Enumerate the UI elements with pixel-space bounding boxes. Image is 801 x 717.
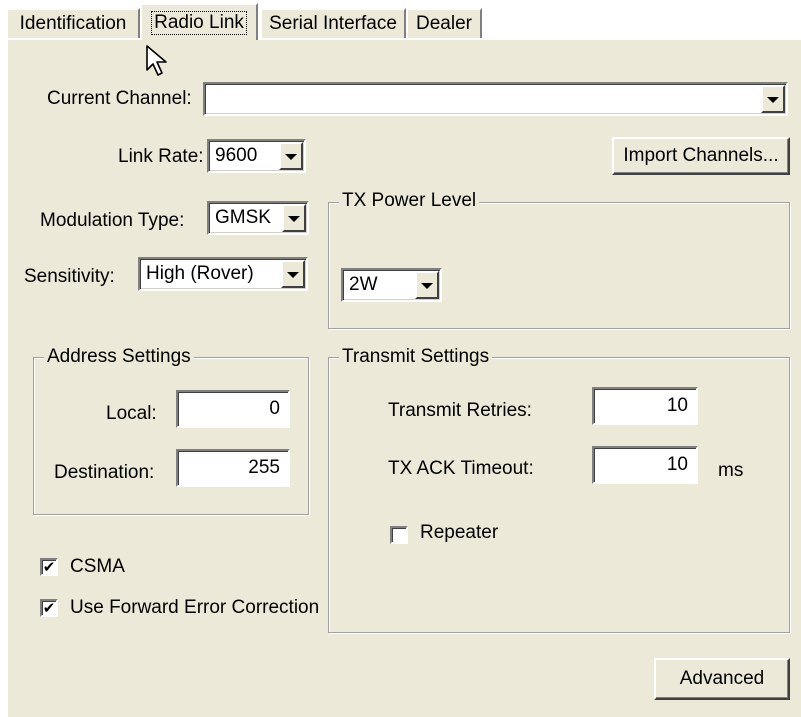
link-rate-label: Link Rate: xyxy=(118,146,204,167)
advanced-button[interactable]: Advanced xyxy=(654,658,790,700)
local-label: Local: xyxy=(106,403,157,424)
tx-power-value: 2W xyxy=(349,274,378,295)
tab-identification[interactable]: Identification xyxy=(6,8,140,38)
transmit-retries-label: Transmit Retries: xyxy=(388,400,532,421)
transmit-settings-group xyxy=(328,357,790,633)
link-rate-select[interactable]: 9600 xyxy=(207,139,306,173)
local-address-input[interactable]: 0 xyxy=(176,390,290,428)
tab-label: Dealer xyxy=(416,13,472,34)
link-rate-value: 9600 xyxy=(215,145,258,166)
sensitivity-select[interactable]: High (Rover) xyxy=(138,257,308,291)
repeater-checkbox[interactable] xyxy=(390,526,408,544)
address-settings-group xyxy=(33,357,309,515)
transmit-retries-input[interactable]: 10 xyxy=(592,387,698,425)
current-channel-label: Current Channel: xyxy=(47,88,192,109)
modulation-type-label: Modulation Type: xyxy=(40,210,185,231)
destination-label: Destination: xyxy=(54,462,155,483)
tx-power-level-title: TX Power Level xyxy=(339,190,480,212)
modulation-type-value: GMSK xyxy=(215,207,271,228)
csma-checkbox[interactable]: ✔ xyxy=(40,558,58,576)
dropdown-arrow-icon[interactable] xyxy=(761,85,785,113)
tx-ack-unit-label: ms xyxy=(718,460,744,481)
advanced-label: Advanced xyxy=(679,668,765,689)
transmit-settings-title: Transmit Settings xyxy=(339,346,493,368)
dropdown-arrow-icon[interactable] xyxy=(279,142,303,170)
dropdown-arrow-icon[interactable] xyxy=(281,260,305,288)
tx-ack-timeout-input[interactable]: 10 xyxy=(592,446,698,484)
tab-label: Serial Interface xyxy=(269,13,397,34)
tab-dealer[interactable]: Dealer xyxy=(406,8,482,38)
tab-label: Identification xyxy=(19,13,127,34)
tab-serial-interface[interactable]: Serial Interface xyxy=(260,8,406,38)
destination-address-input[interactable]: 255 xyxy=(176,449,290,487)
import-channels-button[interactable]: Import Channels... xyxy=(612,137,790,175)
dropdown-arrow-icon[interactable] xyxy=(415,271,439,299)
address-settings-title: Address Settings xyxy=(44,346,194,368)
sensitivity-label: Sensitivity: xyxy=(24,266,115,287)
sensitivity-value: High (Rover) xyxy=(146,263,254,284)
csma-label: CSMA xyxy=(70,556,125,577)
tab-label: Radio Link xyxy=(151,10,247,35)
tx-power-select[interactable]: 2W xyxy=(341,268,442,302)
mouse-cursor-icon xyxy=(146,45,167,76)
current-channel-select[interactable] xyxy=(203,82,788,116)
modulation-type-select[interactable]: GMSK xyxy=(207,201,309,235)
repeater-label: Repeater xyxy=(420,522,499,543)
fec-label: Use Forward Error Correction xyxy=(70,597,320,618)
tx-power-level-group xyxy=(328,202,790,329)
fec-checkbox[interactable]: ✔ xyxy=(40,599,58,617)
dropdown-arrow-icon[interactable] xyxy=(282,204,306,232)
tab-radio-link[interactable]: Radio Link xyxy=(140,3,258,40)
tx-ack-timeout-label: TX ACK Timeout: xyxy=(388,458,534,479)
tab-strip: Identification Radio Link Serial Interfa… xyxy=(0,0,801,40)
import-channels-label: Import Channels... xyxy=(623,145,779,166)
